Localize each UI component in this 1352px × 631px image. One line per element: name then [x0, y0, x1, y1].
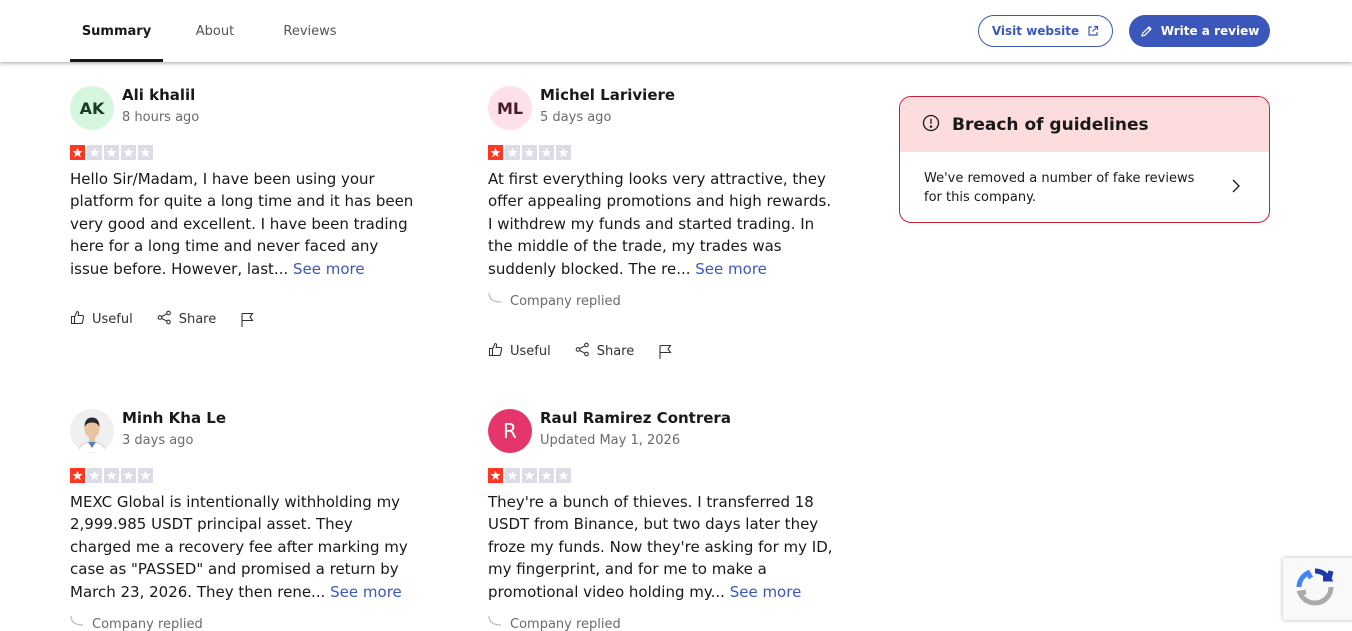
share-icon: [157, 310, 172, 329]
recaptcha-icon: [1293, 565, 1337, 613]
star-icon: [539, 468, 554, 483]
star-rating: [488, 145, 571, 160]
avatar: ML: [488, 86, 532, 130]
useful-button[interactable]: Useful: [70, 310, 133, 329]
star-icon: [505, 468, 520, 483]
star-rating: [70, 468, 153, 483]
star-icon: [539, 145, 554, 160]
chevron-right-icon: [1231, 178, 1241, 200]
review-date: Updated May 1, 2026: [540, 433, 681, 448]
breach-of-guidelines-box: Breach of guidelines We've removed a num…: [899, 96, 1270, 223]
review-body: At first everything looks very attractiv…: [488, 170, 832, 278]
star-icon: [87, 468, 102, 483]
top-nav: Summary About Reviews Visit website Writ…: [0, 0, 1352, 62]
external-link-icon: [1087, 25, 1099, 37]
tab-summary[interactable]: Summary: [70, 0, 163, 62]
star-icon: [488, 145, 503, 160]
star-icon: [121, 468, 136, 483]
avatar: AK: [70, 86, 114, 130]
reply-arrow-icon: [488, 292, 502, 310]
star-icon: [70, 145, 85, 160]
useful-label: Useful: [510, 344, 551, 359]
see-more-link[interactable]: See more: [293, 260, 365, 278]
review-text: At first everything looks very attractiv…: [488, 168, 833, 280]
flag-icon[interactable]: [240, 312, 255, 328]
company-replied-label: Company replied: [92, 616, 203, 631]
visit-website-button[interactable]: Visit website: [978, 15, 1113, 47]
alert-circle-icon: [922, 114, 940, 136]
useful-button[interactable]: Useful: [488, 342, 551, 361]
star-icon: [522, 468, 537, 483]
reviewer-name[interactable]: Minh Kha Le: [122, 409, 226, 427]
company-replied[interactable]: Company replied: [70, 615, 203, 631]
breach-title: Breach of guidelines: [952, 114, 1149, 135]
reviewer-name[interactable]: Ali khalil: [122, 86, 195, 104]
share-button[interactable]: Share: [575, 342, 635, 361]
breach-message-link[interactable]: We've removed a number of fake reviews f…: [900, 152, 1269, 222]
see-more-link[interactable]: See more: [730, 583, 802, 601]
reviewer-name[interactable]: Michel Lariviere: [540, 86, 675, 104]
star-rating: [70, 145, 153, 160]
pencil-icon: [1140, 25, 1153, 38]
review-actions: Useful Share: [70, 310, 255, 329]
star-icon: [104, 468, 119, 483]
breach-message: We've removed a number of fake reviews f…: [924, 171, 1195, 205]
thumbs-up-icon: [70, 310, 85, 329]
review-date: 5 days ago: [540, 110, 612, 125]
share-button[interactable]: Share: [157, 310, 217, 329]
star-icon: [121, 145, 136, 160]
star-rating: [488, 468, 571, 483]
user-photo-icon: [70, 409, 114, 453]
flag-icon[interactable]: [658, 344, 673, 360]
star-icon: [522, 145, 537, 160]
recaptcha-badge[interactable]: [1283, 558, 1352, 620]
useful-label: Useful: [92, 312, 133, 327]
company-replied-label: Company replied: [510, 616, 621, 631]
reply-arrow-icon: [70, 615, 84, 631]
review-text: They're a bunch of thieves. I transferre…: [488, 491, 833, 603]
star-icon: [556, 468, 571, 483]
tab-about[interactable]: About: [187, 0, 243, 62]
write-review-label: Write a review: [1160, 24, 1260, 38]
avatar: R: [488, 409, 532, 453]
share-label: Share: [596, 344, 635, 359]
share-label: Share: [178, 312, 217, 327]
star-icon: [138, 468, 153, 483]
breach-header: Breach of guidelines: [900, 97, 1269, 152]
company-replied[interactable]: Company replied: [488, 615, 621, 631]
review-actions: Useful Share: [488, 342, 673, 361]
review-date: 3 days ago: [122, 433, 194, 448]
tab-reviews[interactable]: Reviews: [272, 0, 348, 62]
star-icon: [70, 468, 85, 483]
review-text: MEXC Global is intentionally withholding…: [70, 491, 415, 603]
write-review-button[interactable]: Write a review: [1129, 15, 1270, 47]
star-icon: [138, 145, 153, 160]
visit-website-label: Visit website: [991, 24, 1080, 38]
company-replied-label: Company replied: [510, 293, 621, 309]
star-icon: [104, 145, 119, 160]
see-more-link[interactable]: See more: [695, 260, 767, 278]
star-icon: [556, 145, 571, 160]
review-text: Hello Sir/Madam, I have been using your …: [70, 168, 415, 280]
star-icon: [505, 145, 520, 160]
reply-arrow-icon: [488, 615, 502, 631]
reviewer-name[interactable]: Raul Ramirez Contrera: [540, 409, 731, 427]
review-date: 8 hours ago: [122, 110, 200, 125]
see-more-link[interactable]: See more: [330, 583, 402, 601]
thumbs-up-icon: [488, 342, 503, 361]
star-icon: [87, 145, 102, 160]
company-replied[interactable]: Company replied: [488, 292, 621, 310]
star-icon: [488, 468, 503, 483]
share-icon: [575, 342, 590, 361]
